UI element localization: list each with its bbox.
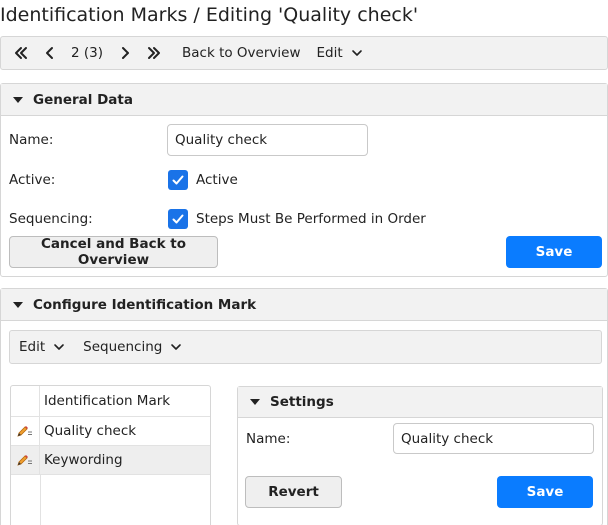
next-record-button[interactable] [117, 37, 133, 69]
settings-title: Settings [270, 394, 334, 410]
sequencing-menu-label: Sequencing [83, 339, 163, 355]
pencil-edit-icon [17, 426, 32, 437]
first-record-button[interactable] [13, 37, 29, 69]
record-position: 2 (3) [71, 45, 104, 61]
list-header-row: Identification Mark [11, 386, 210, 417]
list-icon-column-divider [40, 475, 41, 525]
configure-edit-menu[interactable]: Edit [19, 331, 65, 363]
collapse-triangle-icon [13, 301, 23, 308]
back-to-overview-button[interactable]: Back to Overview [182, 37, 300, 69]
configure-edit-label: Edit [19, 339, 46, 355]
list-item-icon-cell [11, 417, 40, 445]
configure-toolbar: Edit Sequencing [9, 330, 602, 364]
list-item-label: Quality check [44, 423, 137, 439]
name-input[interactable] [167, 124, 368, 156]
settings-panel: Settings Name: Revert Save [237, 386, 603, 525]
edit-menu[interactable]: Edit [316, 37, 362, 69]
list-item[interactable]: Quality check [11, 417, 210, 446]
list-header-icon-cell [11, 386, 40, 416]
chevron-down-icon [171, 344, 182, 350]
general-data-section: General Data Name: Active: Active Sequen… [0, 83, 608, 277]
save-button[interactable]: Save [506, 236, 602, 268]
identification-mark-list: Identification Mark Quality check Keywor… [10, 385, 211, 525]
configure-header[interactable]: Configure Identification Mark [1, 289, 607, 321]
active-checkbox[interactable] [168, 170, 188, 190]
general-data-header[interactable]: General Data [1, 84, 607, 116]
name-label: Name: [9, 132, 54, 148]
record-navigation-toolbar: 2 (3) Back to Overview Edit [0, 36, 608, 70]
list-header-label: Identification Mark [44, 393, 171, 409]
sequencing-label: Sequencing: [9, 211, 93, 227]
last-record-button[interactable] [146, 37, 162, 69]
sequencing-menu[interactable]: Sequencing [83, 331, 182, 363]
list-item-icon-cell [11, 446, 40, 474]
pencil-edit-icon [17, 455, 32, 466]
edit-menu-label: Edit [316, 45, 343, 61]
general-data-title: General Data [33, 91, 133, 108]
settings-name-label: Name: [246, 431, 291, 447]
double-chevron-right-icon [148, 47, 161, 59]
chevron-down-icon [351, 50, 362, 56]
sequencing-checkbox[interactable] [168, 209, 188, 229]
chevron-down-icon [54, 344, 64, 350]
collapse-triangle-icon [250, 399, 260, 405]
page-title: Identification Marks / Editing 'Quality … [0, 4, 419, 26]
double-chevron-left-icon [15, 47, 27, 59]
settings-name-input[interactable] [393, 423, 594, 454]
settings-save-button[interactable]: Save [497, 476, 593, 508]
configure-title: Configure Identification Mark [33, 296, 257, 313]
chevron-right-icon [122, 47, 130, 59]
settings-header[interactable]: Settings [238, 387, 602, 418]
sequencing-checkbox-label: Steps Must Be Performed in Order [196, 211, 426, 227]
list-item-label: Keywording [44, 452, 123, 468]
revert-button[interactable]: Revert [245, 476, 342, 508]
previous-record-button[interactable] [42, 37, 58, 69]
list-item[interactable]: Keywording [11, 446, 210, 475]
cancel-and-back-button[interactable]: Cancel and Back to Overview [9, 236, 218, 268]
collapse-triangle-icon [13, 96, 23, 103]
checkmark-icon [172, 214, 184, 224]
checkmark-icon [172, 175, 184, 185]
active-label: Active: [9, 172, 56, 188]
active-checkbox-label: Active [196, 172, 238, 188]
configure-identification-mark-section: Configure Identification Mark Edit Seque… [0, 288, 608, 525]
chevron-left-icon [46, 47, 53, 59]
